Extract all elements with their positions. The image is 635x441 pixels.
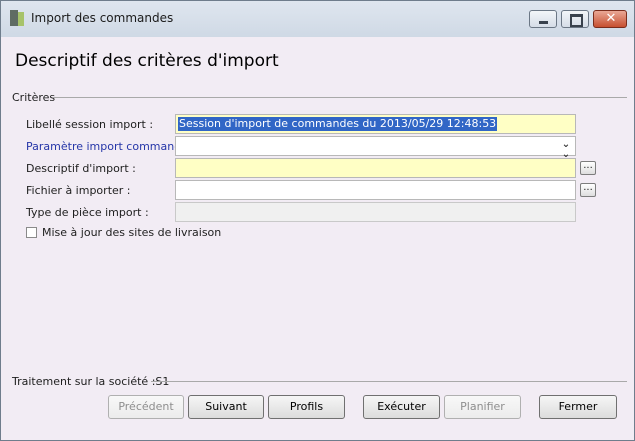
document-type-input	[175, 202, 576, 222]
update-delivery-sites-checkbox[interactable]	[26, 227, 37, 238]
update-delivery-sites-label[interactable]: Mise à jour des sites de livraison	[42, 226, 221, 239]
document-type-label: Type de pièce import :	[26, 206, 149, 219]
close-icon: ✕	[605, 11, 617, 26]
import-descriptor-browse-button[interactable]: ...	[580, 161, 596, 175]
maximize-button[interactable]	[561, 10, 589, 28]
import-window: Import des commandes ✕ Descriptif des cr…	[0, 0, 635, 441]
schedule-button[interactable]: Planifier	[444, 395, 521, 419]
maximize-icon	[570, 14, 583, 27]
close-window-button[interactable]: ✕	[593, 10, 627, 28]
close-button[interactable]: Fermer	[539, 395, 617, 419]
previous-button[interactable]: Précédent	[108, 395, 184, 419]
next-button[interactable]: Suivant	[188, 395, 264, 419]
session-name-value: Session d'import de commandes du 2013/05…	[178, 117, 498, 131]
import-descriptor-label: Descriptif d'import :	[26, 162, 136, 175]
file-to-import-browse-button[interactable]: ...	[580, 183, 596, 197]
chevron-double-down-icon[interactable]: ⌄ ⌄	[560, 140, 572, 160]
window-title: Import des commandes	[31, 11, 174, 25]
criteria-divider	[53, 97, 627, 98]
session-name-input[interactable]: Session d'import de commandes du 2013/05…	[175, 114, 576, 134]
minimize-button[interactable]	[529, 10, 557, 28]
import-parameter-select[interactable]: ⌄ ⌄	[175, 136, 576, 160]
profiles-button[interactable]: Profils	[268, 395, 345, 419]
session-label: Libellé session import :	[26, 118, 154, 131]
import-descriptor-input[interactable]	[175, 158, 576, 178]
company-processing-label: Traitement sur la société :S1	[12, 375, 170, 388]
file-to-import-input[interactable]	[175, 180, 576, 200]
footer-divider	[151, 381, 627, 382]
page-title: Descriptif des critères d'import	[15, 51, 279, 71]
criteria-group-label: Critères	[12, 91, 56, 104]
file-to-import-label: Fichier à importer :	[26, 184, 131, 197]
minimize-icon	[539, 21, 548, 24]
execute-button[interactable]: Exécuter	[363, 395, 440, 419]
app-icon	[10, 10, 24, 26]
import-parameter-label[interactable]: Paramètre import commande :	[26, 140, 195, 153]
title-bar[interactable]: Import des commandes ✕	[1, 1, 634, 37]
